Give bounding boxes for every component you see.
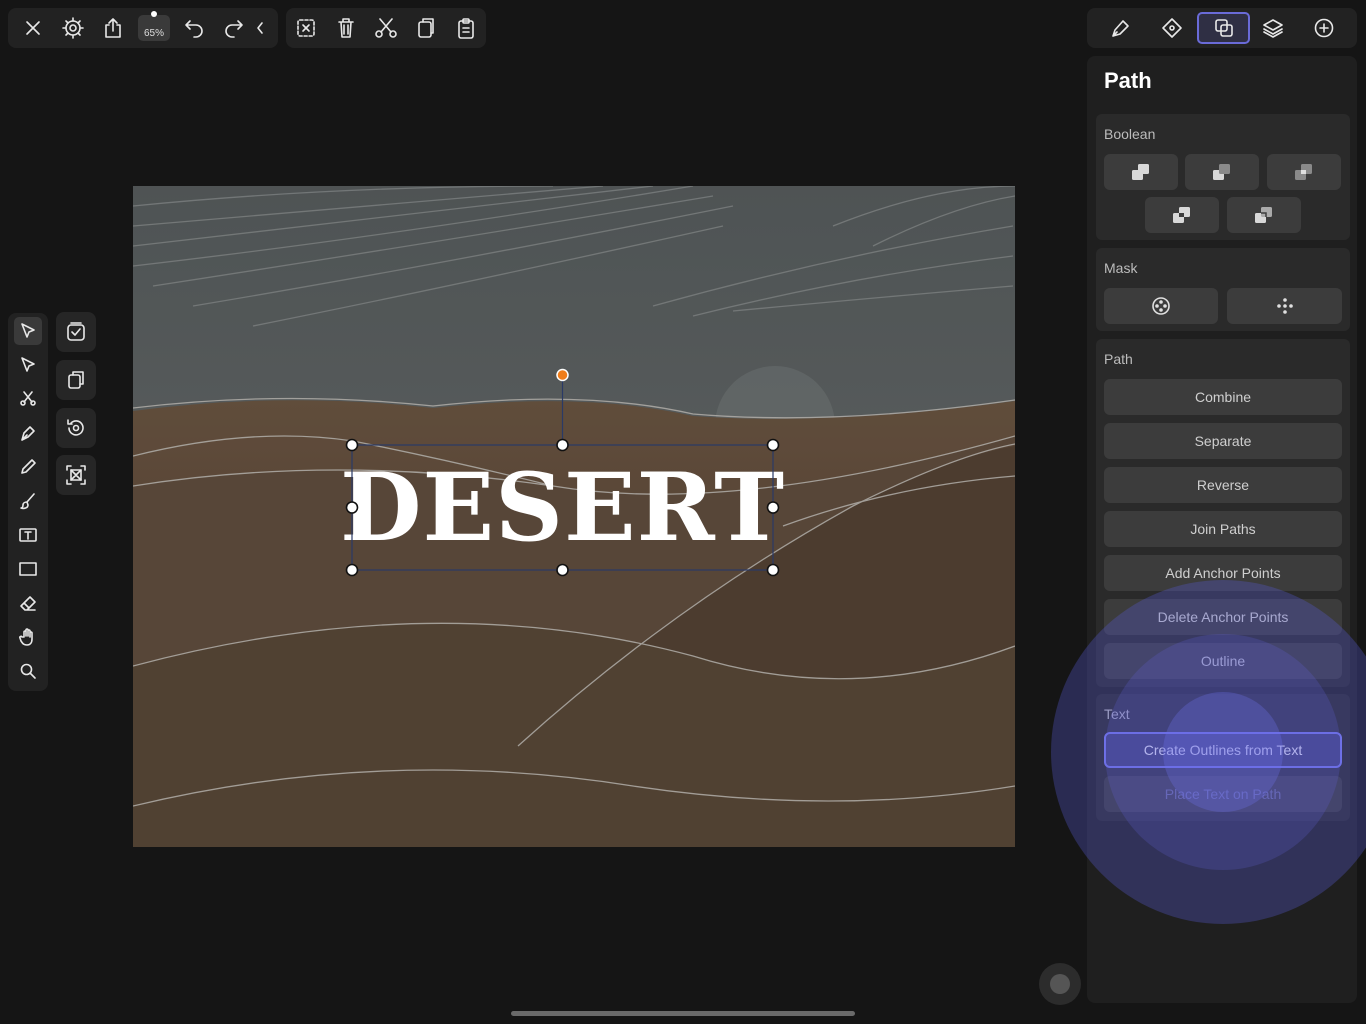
zoom-label: 65%	[143, 28, 164, 39]
combine-button[interactable]: Combine	[1104, 379, 1342, 415]
select-all-icon[interactable]	[56, 312, 96, 352]
place-text-on-path-button[interactable]: Place Text on Path	[1104, 776, 1342, 812]
resize-handle[interactable]	[556, 563, 569, 577]
resize-handle[interactable]	[766, 501, 780, 514]
join-paths-button[interactable]: Join Paths	[1104, 511, 1342, 547]
undo-icon[interactable]	[180, 14, 208, 42]
path-section: Path Combine Separate Reverse Join Paths…	[1096, 339, 1350, 687]
mask-button[interactable]	[1104, 288, 1218, 324]
delete-icon[interactable]	[332, 14, 360, 42]
settings-icon[interactable]	[59, 14, 87, 42]
redo-icon[interactable]	[220, 14, 248, 42]
path-panel: Path Boolean Mask Path Combine Separate …	[1087, 56, 1357, 1003]
boolean-section: Boolean	[1096, 114, 1350, 240]
assistive-touch-button[interactable]	[1039, 963, 1081, 1005]
zoom-tool-icon[interactable]	[14, 657, 42, 685]
cut-icon[interactable]	[372, 14, 400, 42]
direct-selection-tool-icon[interactable]	[14, 351, 42, 379]
mask-title: Mask	[1104, 260, 1138, 276]
layers-icon[interactable]	[1248, 12, 1298, 44]
rotate-icon[interactable]	[56, 408, 96, 448]
vector-icon[interactable]	[1147, 12, 1197, 44]
edit-toolbar	[286, 8, 486, 48]
close-icon[interactable]	[19, 14, 47, 42]
resize-handle[interactable]	[766, 563, 780, 577]
hand-tool-icon[interactable]	[14, 623, 42, 651]
text-section: Text Create Outlines from Text Place Tex…	[1096, 694, 1350, 821]
panel-title: Path	[1104, 68, 1152, 93]
resize-handle[interactable]	[766, 438, 780, 452]
subtract-button[interactable]	[1185, 154, 1259, 190]
rotation-handle[interactable]	[556, 368, 569, 382]
separate-button[interactable]: Separate	[1104, 423, 1342, 459]
add-icon[interactable]	[1299, 12, 1349, 44]
main-toolbar: 65%	[8, 8, 278, 48]
home-indicator[interactable]	[511, 1011, 855, 1016]
inspector-toolbar	[1087, 8, 1357, 48]
rectangle-tool-icon[interactable]	[14, 555, 42, 583]
share-icon[interactable]	[99, 14, 127, 42]
path-section-title: Path	[1104, 351, 1133, 367]
path-operations-icon[interactable]	[1197, 12, 1250, 44]
delete-anchor-points-button[interactable]: Delete Anchor Points	[1104, 599, 1342, 635]
pencil-tool-icon[interactable]	[14, 453, 42, 481]
resize-handle[interactable]	[556, 438, 569, 452]
resize-handle[interactable]	[345, 563, 359, 577]
paste-icon[interactable]	[452, 14, 480, 42]
pen-tool-icon[interactable]	[14, 419, 42, 447]
boolean-title: Boolean	[1104, 126, 1156, 142]
eraser-tool-icon[interactable]	[14, 589, 42, 617]
create-outlines-from-text-button[interactable]: Create Outlines from Text	[1104, 732, 1342, 768]
exclude-button[interactable]	[1145, 197, 1219, 233]
deselect-icon[interactable]	[292, 14, 320, 42]
selection-box	[345, 368, 780, 577]
collapse-icon[interactable]	[252, 14, 268, 42]
unmask-button[interactable]	[1227, 288, 1342, 324]
style-icon[interactable]	[1096, 12, 1146, 44]
outline-button[interactable]: Outline	[1104, 643, 1342, 679]
intersect-button[interactable]	[1267, 154, 1341, 190]
resize-handle[interactable]	[345, 501, 359, 514]
selection-tool-icon[interactable]	[14, 317, 42, 345]
resize-handle[interactable]	[345, 438, 359, 452]
text-tool-icon[interactable]	[14, 521, 42, 549]
tool-palette	[8, 313, 48, 691]
reverse-button[interactable]: Reverse	[1104, 467, 1342, 503]
add-anchor-points-button[interactable]: Add Anchor Points	[1104, 555, 1342, 591]
paste-in-place-icon[interactable]	[56, 360, 96, 400]
brush-tool-icon[interactable]	[14, 487, 42, 515]
zoom-level[interactable]: 65%	[138, 11, 170, 41]
scissors-tool-icon[interactable]	[14, 385, 42, 413]
copy-icon[interactable]	[412, 14, 440, 42]
divide-button[interactable]	[1227, 197, 1301, 233]
union-button[interactable]	[1104, 154, 1178, 190]
text-section-title: Text	[1104, 706, 1130, 722]
transform-icon[interactable]	[56, 455, 96, 495]
mask-section: Mask	[1096, 248, 1350, 331]
